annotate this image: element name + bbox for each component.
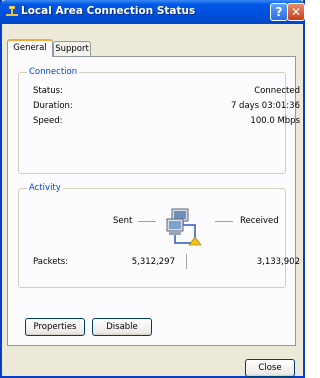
connection-legend: Connection xyxy=(27,67,80,77)
status-label: Status: xyxy=(33,86,63,96)
help-button[interactable]: ? xyxy=(270,3,288,21)
received-label: Received xyxy=(240,216,279,226)
received-divider xyxy=(215,221,233,222)
status-value: Connected xyxy=(254,86,300,96)
tab-general[interactable]: General xyxy=(7,39,53,57)
close-window-button[interactable]: ✕ xyxy=(287,3,305,21)
network-connection-icon xyxy=(6,5,18,16)
packets-sent-value: 5,312,297 xyxy=(131,257,175,267)
help-icon: ? xyxy=(275,5,283,19)
speed-value: 100.0 Mbps xyxy=(250,116,300,126)
packets-label: Packets: xyxy=(33,257,69,267)
title-bar[interactable]: Local Area Connection Status ? ✕ xyxy=(0,0,305,24)
activity-legend: Activity xyxy=(27,183,63,193)
network-computers-icon xyxy=(166,208,202,246)
tab-support[interactable]: Support xyxy=(53,41,91,57)
activity-group xyxy=(18,188,286,288)
sent-label: Sent xyxy=(113,216,133,226)
duration-value: 7 days 03:01:36 xyxy=(230,101,300,111)
packets-divider xyxy=(186,254,187,269)
close-icon: ✕ xyxy=(290,5,302,19)
packets-received-value: 3,133,902 xyxy=(256,257,300,267)
close-button[interactable]: Close xyxy=(245,359,295,377)
disable-button[interactable]: Disable xyxy=(92,318,152,336)
duration-label: Duration: xyxy=(33,101,73,111)
sent-divider xyxy=(138,221,156,222)
speed-label: Speed: xyxy=(33,116,63,126)
window-title: Local Area Connection Status xyxy=(21,5,196,17)
properties-button[interactable]: Properties xyxy=(25,318,85,336)
